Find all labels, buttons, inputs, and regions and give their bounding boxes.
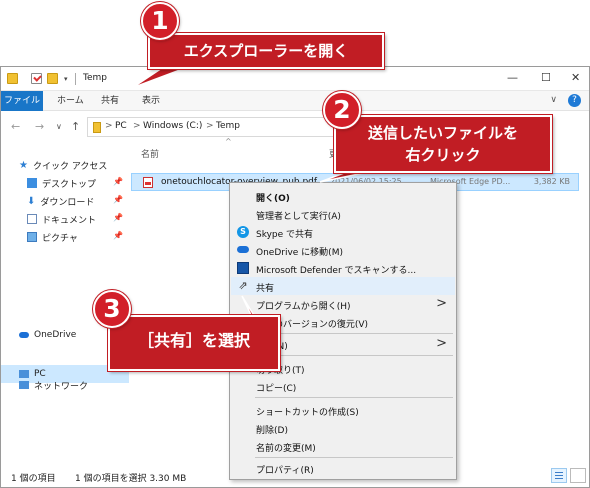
step-1-badge: 1 [141, 2, 179, 40]
callout-open-explorer: エクスプローラーを開く [148, 33, 384, 69]
callout-line-1: 送信したいファイルを [367, 124, 518, 142]
callout-pointers [131, 63, 379, 339]
step-3-badge: 3 [93, 290, 131, 328]
callout-right-click: 送信したいファイルを 右クリック [334, 115, 552, 173]
callout-select-share: ［共有］を選択 [108, 315, 280, 371]
step-2-badge: 2 [323, 91, 361, 129]
callout-line-2: 右クリック [405, 146, 481, 164]
